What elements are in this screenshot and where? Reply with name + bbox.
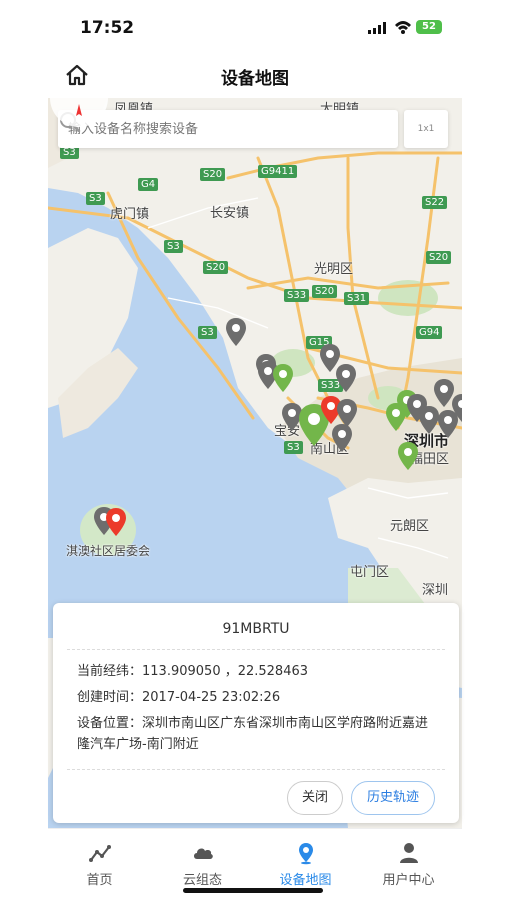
place-label: 淇澳社区居委会 <box>66 544 151 558</box>
road-shield: S20 <box>200 168 226 181</box>
tab-cloud-config[interactable]: 云组态 <box>151 829 254 891</box>
road-shield: S3 <box>164 240 183 253</box>
compass-icon[interactable] <box>48 98 110 142</box>
road-shield: S20 <box>312 285 338 298</box>
location-label: 设备位置： <box>77 716 143 731</box>
bottom-tab-bar: 首页 云组态 设备地图 用户中心 <box>48 828 462 890</box>
tab-user-center[interactable]: 用户中心 <box>357 829 460 891</box>
chart-icon <box>89 845 111 862</box>
device-marker[interactable] <box>452 394 462 422</box>
coordinates-row: 当前经纬：113.909050 ，22.528463 <box>77 661 308 682</box>
place-label: 屯门区 <box>350 565 390 580</box>
coordinates-label: 当前经纬： <box>77 664 143 679</box>
device-marker[interactable] <box>332 424 352 452</box>
status-bar: 17:52 52 <box>0 0 507 52</box>
cellular-signal-icon <box>368 22 386 34</box>
home-indicator <box>183 888 323 893</box>
tab-label: 云组态 <box>182 873 222 888</box>
divider <box>67 649 445 650</box>
device-info-popup: 91MBRTU 当前经纬：113.909050 ，22.528463 创建时间：… <box>53 603 459 823</box>
status-time: 17:52 <box>80 18 135 38</box>
device-marker[interactable] <box>226 318 246 346</box>
navigation-header: 设备地图 <box>48 52 462 98</box>
road-shield: S20 <box>203 261 229 274</box>
road-shield: S22 <box>422 196 448 209</box>
tab-device-map[interactable]: 设备地图 <box>254 829 357 891</box>
place-label: 光明区 <box>314 262 354 277</box>
road-shield: S31 <box>344 292 370 305</box>
place-label: 元朗区 <box>390 519 430 534</box>
device-marker[interactable] <box>398 442 418 470</box>
tab-label: 用户中心 <box>382 873 435 888</box>
road-shield: S3 <box>198 326 217 339</box>
cloud-icon <box>194 848 213 859</box>
device-marker[interactable] <box>336 364 356 392</box>
road-shield: G9411 <box>258 165 298 178</box>
map-scale-button[interactable]: 1x1 <box>404 110 448 148</box>
road-shield: S33 <box>284 289 310 302</box>
place-label: 深圳 <box>422 583 449 598</box>
device-marker[interactable] <box>273 364 293 392</box>
search-input[interactable] <box>68 110 348 148</box>
divider <box>67 769 445 770</box>
device-marker[interactable] <box>106 508 126 536</box>
coordinates-value: 113.909050 ，22.528463 <box>142 664 309 679</box>
history-track-button[interactable]: 历史轨迹 <box>351 781 435 815</box>
device-marker[interactable] <box>419 406 439 434</box>
created-time-value: 2017-04-25 23:02:26 <box>142 690 281 705</box>
close-button[interactable]: 关闭 <box>287 781 343 815</box>
created-time-row: 创建时间：2017-04-25 23:02:26 <box>77 687 280 708</box>
road-shield: G4 <box>138 178 159 191</box>
road-shield: S3 <box>86 192 105 205</box>
road-shield: G94 <box>416 326 443 339</box>
tab-label: 设备地图 <box>279 873 332 888</box>
place-label: 长安镇 <box>210 206 250 221</box>
road-shield: S20 <box>426 251 452 264</box>
device-marker[interactable] <box>434 379 454 407</box>
created-time-label: 创建时间： <box>77 690 143 705</box>
page-title: 设备地图 <box>221 69 289 89</box>
device-name: 91MBRTU <box>222 621 290 637</box>
battery-indicator: 52 <box>416 20 442 34</box>
place-label: 虎门镇 <box>110 207 150 222</box>
location-icon <box>299 843 313 865</box>
location-row: 设备位置：深圳市南山区广东省深圳市南山区学府路附近嘉进隆汽车广场-南门附近 <box>77 713 437 755</box>
user-icon <box>400 843 418 863</box>
tab-home[interactable]: 首页 <box>48 829 151 891</box>
wifi-icon <box>395 21 411 34</box>
device-marker[interactable] <box>337 399 357 427</box>
tab-label: 首页 <box>86 873 113 888</box>
